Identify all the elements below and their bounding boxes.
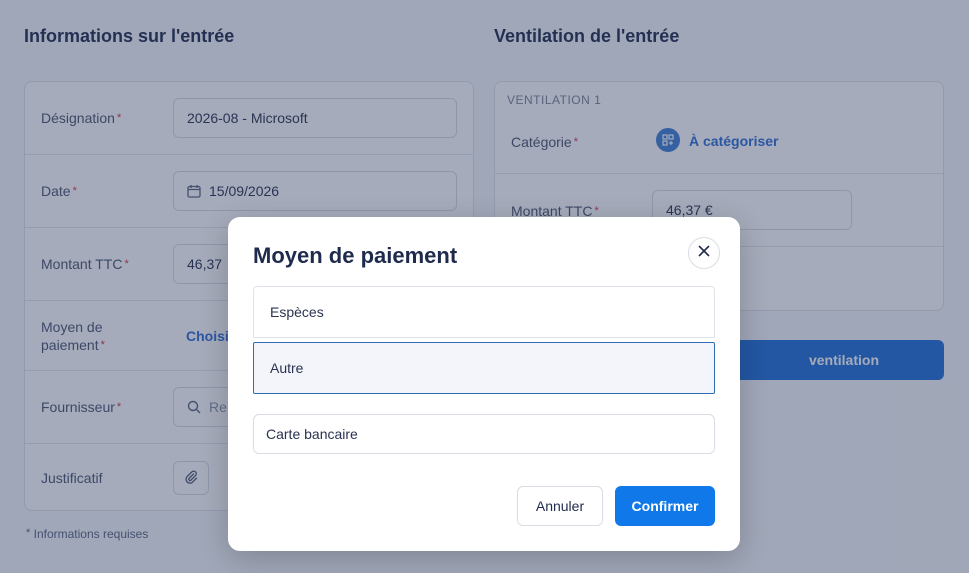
modal-title: Moyen de paiement (253, 243, 458, 268)
option-especes[interactable]: Espèces (253, 286, 715, 338)
close-button[interactable] (688, 237, 720, 269)
option-autre[interactable]: Autre (253, 342, 715, 394)
other-payment-input[interactable] (253, 414, 715, 454)
option-label: Espèces (270, 304, 324, 320)
cancel-button[interactable]: Annuler (517, 486, 603, 526)
confirm-button[interactable]: Confirmer (615, 486, 715, 526)
option-label: Autre (270, 360, 304, 376)
close-icon (698, 244, 710, 262)
payment-method-modal: Moyen de paiement Espèces Autre Annuler … (228, 217, 740, 551)
